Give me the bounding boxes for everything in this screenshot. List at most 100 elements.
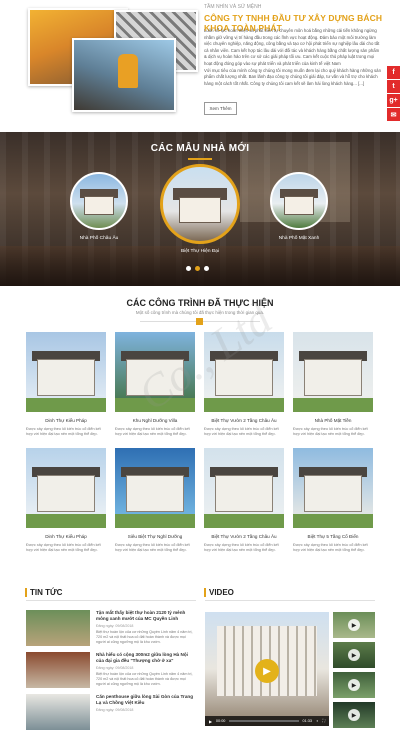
news-summary: Biệt thự hoàn lộn của cơ những Quyền Lin… [96,630,193,644]
news-date: Đăng ngày: 09/08/2018 [96,666,134,670]
video-time-current: 00:00 [215,719,226,723]
news-thumbnail[interactable] [26,694,90,730]
play-small-icon[interactable]: ▶ [209,719,212,724]
facebook-icon[interactable]: f [387,66,400,79]
project-card[interactable]: Biệt Thự Vườn 2 Tầng Châu Âu Được xây dự… [204,332,284,438]
project-title[interactable]: Biệt Thự Vườn 2 Tầng Châu Âu [204,534,284,539]
model-label-1[interactable]: Nhà Phố Châu Âu [54,236,144,241]
project-card[interactable]: Dinh Thự Kiểu Pháp Được xây dựng theo lố… [26,448,106,554]
video-time-total: 01:33 [302,719,313,723]
projects-section: CÁC CÔNG TRÌNH ĐÃ THỰC HIỆN Một số công … [0,286,400,576]
project-card[interactable]: Nhà Phố Mặt Tiền Được xây dựng theo lối … [293,332,373,438]
lawn-shape [115,397,195,412]
worker-figure [118,54,138,88]
lawn-shape [204,513,284,528]
news-item[interactable]: Tận mắt thấy biệt thự hoàn 2120 tỷ mênh … [26,610,196,650]
play-icon[interactable]: ▶ [255,659,279,683]
intro-text: Luôn nỗ lực hoàn thiện và phát triển tự … [204,28,382,87]
worker-photo [72,38,176,112]
house-models-section: CÁC MẪU NHÀ MỚI Nhà Phố Châu Âu Biệt Thự… [0,132,400,286]
project-image[interactable] [26,448,106,528]
project-title[interactable]: Dinh Thự Kiểu Pháp [26,418,106,423]
model-label-2[interactable]: Biệt Thự Hiện Đại [155,249,245,254]
news-item[interactable]: Nhà hiếu có cộng 300m2 giữa lòng Hà Nội … [26,652,196,692]
models-heading: CÁC MẪU NHÀ MỚI [150,143,250,154]
news-heading-rule [26,600,196,601]
house-shape [83,195,115,216]
news-title[interactable]: Tận mắt thấy biệt thự hoàn 2120 tỷ mênh … [96,610,196,622]
play-icon: ▶ [348,619,360,631]
video-thumb[interactable]: ▶ [333,702,375,728]
model-label-3[interactable]: Nhà Phố Mặt Xanh [254,236,344,241]
news-thumbnail[interactable] [26,652,90,688]
video-heading-rule [205,600,375,601]
project-title[interactable]: Siêu Biệt Thự Nghỉ Dưỡng [115,534,195,539]
project-image[interactable] [115,448,195,528]
project-title[interactable]: Biệt Thự 5 Tầng Cổ Điển [293,534,373,539]
project-image[interactable] [204,332,284,412]
divider-diamond [196,318,203,325]
project-image[interactable] [293,448,373,528]
project-title[interactable]: Khu Nghỉ Dưỡng Villa [115,418,195,423]
project-card[interactable]: Biệt Thự 5 Tầng Cổ Điển Được xây dựng th… [293,448,373,554]
video-thumb[interactable]: ▶ [333,642,375,668]
heading-underline [188,158,212,160]
project-card[interactable]: Khu Nghỉ Dưỡng Villa Được xây dựng theo … [115,332,195,438]
news-heading: TIN TỨC [24,588,63,597]
building-shape [126,475,184,512]
intro-paragraph-2: Với mục tiêu của mình công ty chúng tôi … [204,67,381,86]
project-title[interactable]: Nhà Phố Mặt Tiền [293,418,373,423]
google-plus-icon[interactable]: g+ [387,94,400,107]
model-thumb-1[interactable] [70,172,128,230]
projects-divider [140,318,260,325]
news-thumbnail[interactable] [26,610,90,646]
lawn-shape [115,513,195,528]
project-title[interactable]: Biệt Thự Vườn 2 Tầng Châu Âu [204,418,284,423]
intro-photo-collage [28,8,198,112]
carousel-dot-3[interactable] [204,266,209,271]
lawn-shape [293,513,373,528]
project-image[interactable] [115,332,195,412]
model-thumb-3[interactable] [270,172,328,230]
model-thumb-2[interactable] [160,164,240,244]
video-thumb[interactable]: ▶ [333,612,375,638]
project-desc: Được xây dựng theo lối kiến trúc cổ điển… [115,543,190,553]
video-heading: VIDEO [204,588,234,597]
fullscreen-icon[interactable]: ⛶ [322,719,325,723]
video-player[interactable]: ▶ ▶ 00:00 01:33 ◖ ⛶ [205,612,329,726]
projects-heading: CÁC CÔNG TRÌNH ĐÃ THỰC HIỆN [126,298,274,308]
project-desc: Được xây dựng theo lối kiến trúc cổ điển… [26,427,101,437]
play-icon: ▶ [348,709,360,721]
project-title[interactable]: Dinh Thự Kiểu Pháp [26,534,106,539]
news-video-section: TIN TỨC VIDEO Tận mắt thấy biệt thự hoàn… [0,576,400,732]
project-card[interactable]: Siêu Biệt Thự Nghỉ Dưỡng Được xây dựng t… [115,448,195,554]
news-item[interactable]: Căn penthouse giữa lòng Sài Gòn của Tran… [26,694,196,732]
twitter-icon[interactable]: t [387,80,400,93]
project-image[interactable] [204,448,284,528]
video-playlist: ▶ ▶ ▶ ▶ [333,612,375,732]
project-card[interactable]: Dinh Thự Kiểu Pháp Được xây dựng theo lố… [26,332,106,438]
intro-kicker: TẦM NHÌN VÀ SỨ MỆNH [204,4,262,10]
building-shape [304,475,362,512]
news-title[interactable]: Căn penthouse giữa lòng Sài Gòn của Tran… [96,694,196,706]
building-shape [215,475,273,512]
intro-section: TẦM NHÌN VÀ SỨ MỆNH CÔNG TY TNHH ĐẦU TƯ … [0,0,400,132]
carousel-dot-1[interactable] [186,266,191,271]
volume-icon[interactable]: ◖ [316,719,318,723]
project-card[interactable]: Biệt Thự Vườn 2 Tầng Châu Âu Được xây dự… [204,448,284,554]
email-icon[interactable]: ✉ [387,108,400,121]
video-thumb[interactable]: ▶ [333,672,375,698]
play-icon: ▶ [348,679,360,691]
project-image[interactable] [26,332,106,412]
building-shape [304,359,362,396]
social-sidebar: f t g+ ✉ [387,66,400,122]
news-title[interactable]: Nhà hiếu có cộng 300m2 giữa lòng Hà Nội … [96,652,196,664]
carousel-dot-2[interactable] [195,266,200,271]
project-image[interactable] [293,332,373,412]
carousel-dots [186,266,209,271]
intro-paragraph: Luôn nỗ lực hoàn thiện và phát triển tự … [204,28,380,66]
video-progress-bar[interactable] [229,720,299,722]
read-more-button[interactable]: Xem Thêm [204,102,237,115]
news-date: Đăng ngày: 09/08/2018 [96,708,134,712]
house-shape [283,195,315,216]
